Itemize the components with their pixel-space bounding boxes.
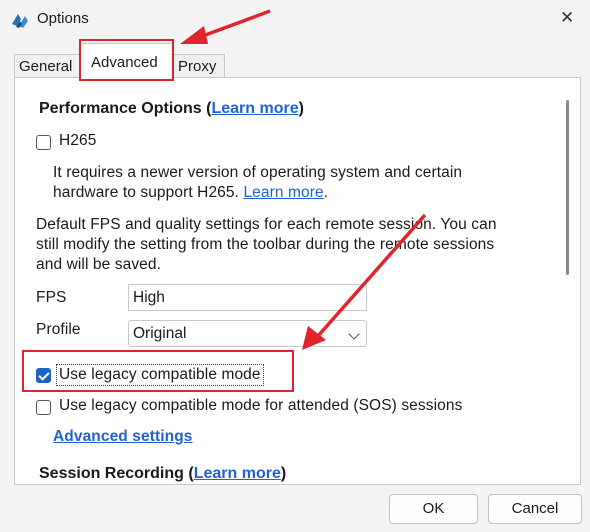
profile-select[interactable]: Original: [128, 320, 367, 347]
ok-button[interactable]: OK: [389, 494, 478, 524]
h265-label: H265: [59, 132, 97, 149]
fps-description-line2: still modify the setting from the toolba…: [36, 236, 495, 253]
legacy-sos-label: Use legacy compatible mode for attended …: [59, 397, 463, 414]
app-logo-icon: [12, 14, 28, 28]
tab-general[interactable]: General: [14, 54, 80, 78]
scrollbar[interactable]: [566, 100, 569, 275]
advanced-settings-link[interactable]: Advanced settings: [53, 428, 193, 446]
tab-proxy[interactable]: Proxy: [173, 54, 225, 78]
h265-checkbox[interactable]: [36, 135, 51, 150]
chevron-down-icon: [348, 328, 360, 340]
h265-description-line1: It requires a newer version of operating…: [53, 164, 463, 181]
performance-learn-more-link[interactable]: Learn more: [211, 100, 298, 117]
window-title: Options: [37, 10, 89, 27]
close-icon[interactable]: ✕: [560, 8, 574, 28]
annotation-box-advanced-tab: [79, 39, 174, 81]
fps-label: FPS: [36, 289, 67, 306]
fps-value: High: [133, 289, 165, 306]
legacy-mode-checkbox[interactable]: [36, 368, 51, 383]
fps-field[interactable]: High: [128, 284, 367, 311]
fps-description-line3: and will be saved.: [36, 256, 162, 273]
legacy-mode-label[interactable]: Use legacy compatible mode: [56, 364, 264, 386]
h265-description-line2: hardware to support H265. Learn more.: [53, 184, 329, 201]
legacy-sos-checkbox[interactable]: [36, 400, 51, 415]
cancel-button[interactable]: Cancel: [488, 494, 582, 524]
profile-label: Profile: [36, 321, 81, 338]
performance-section-title: Performance Options (Learn more): [39, 100, 304, 117]
h265-learn-more-link[interactable]: Learn more: [243, 184, 323, 201]
advanced-panel: [14, 77, 581, 485]
session-recording-title: Session Recording (Learn more): [39, 465, 287, 482]
recording-learn-more-link[interactable]: Learn more: [194, 465, 281, 482]
profile-value: Original: [133, 325, 187, 342]
fps-description-line1: Default FPS and quality settings for eac…: [36, 216, 497, 233]
title-bar: Options ✕: [0, 0, 590, 40]
